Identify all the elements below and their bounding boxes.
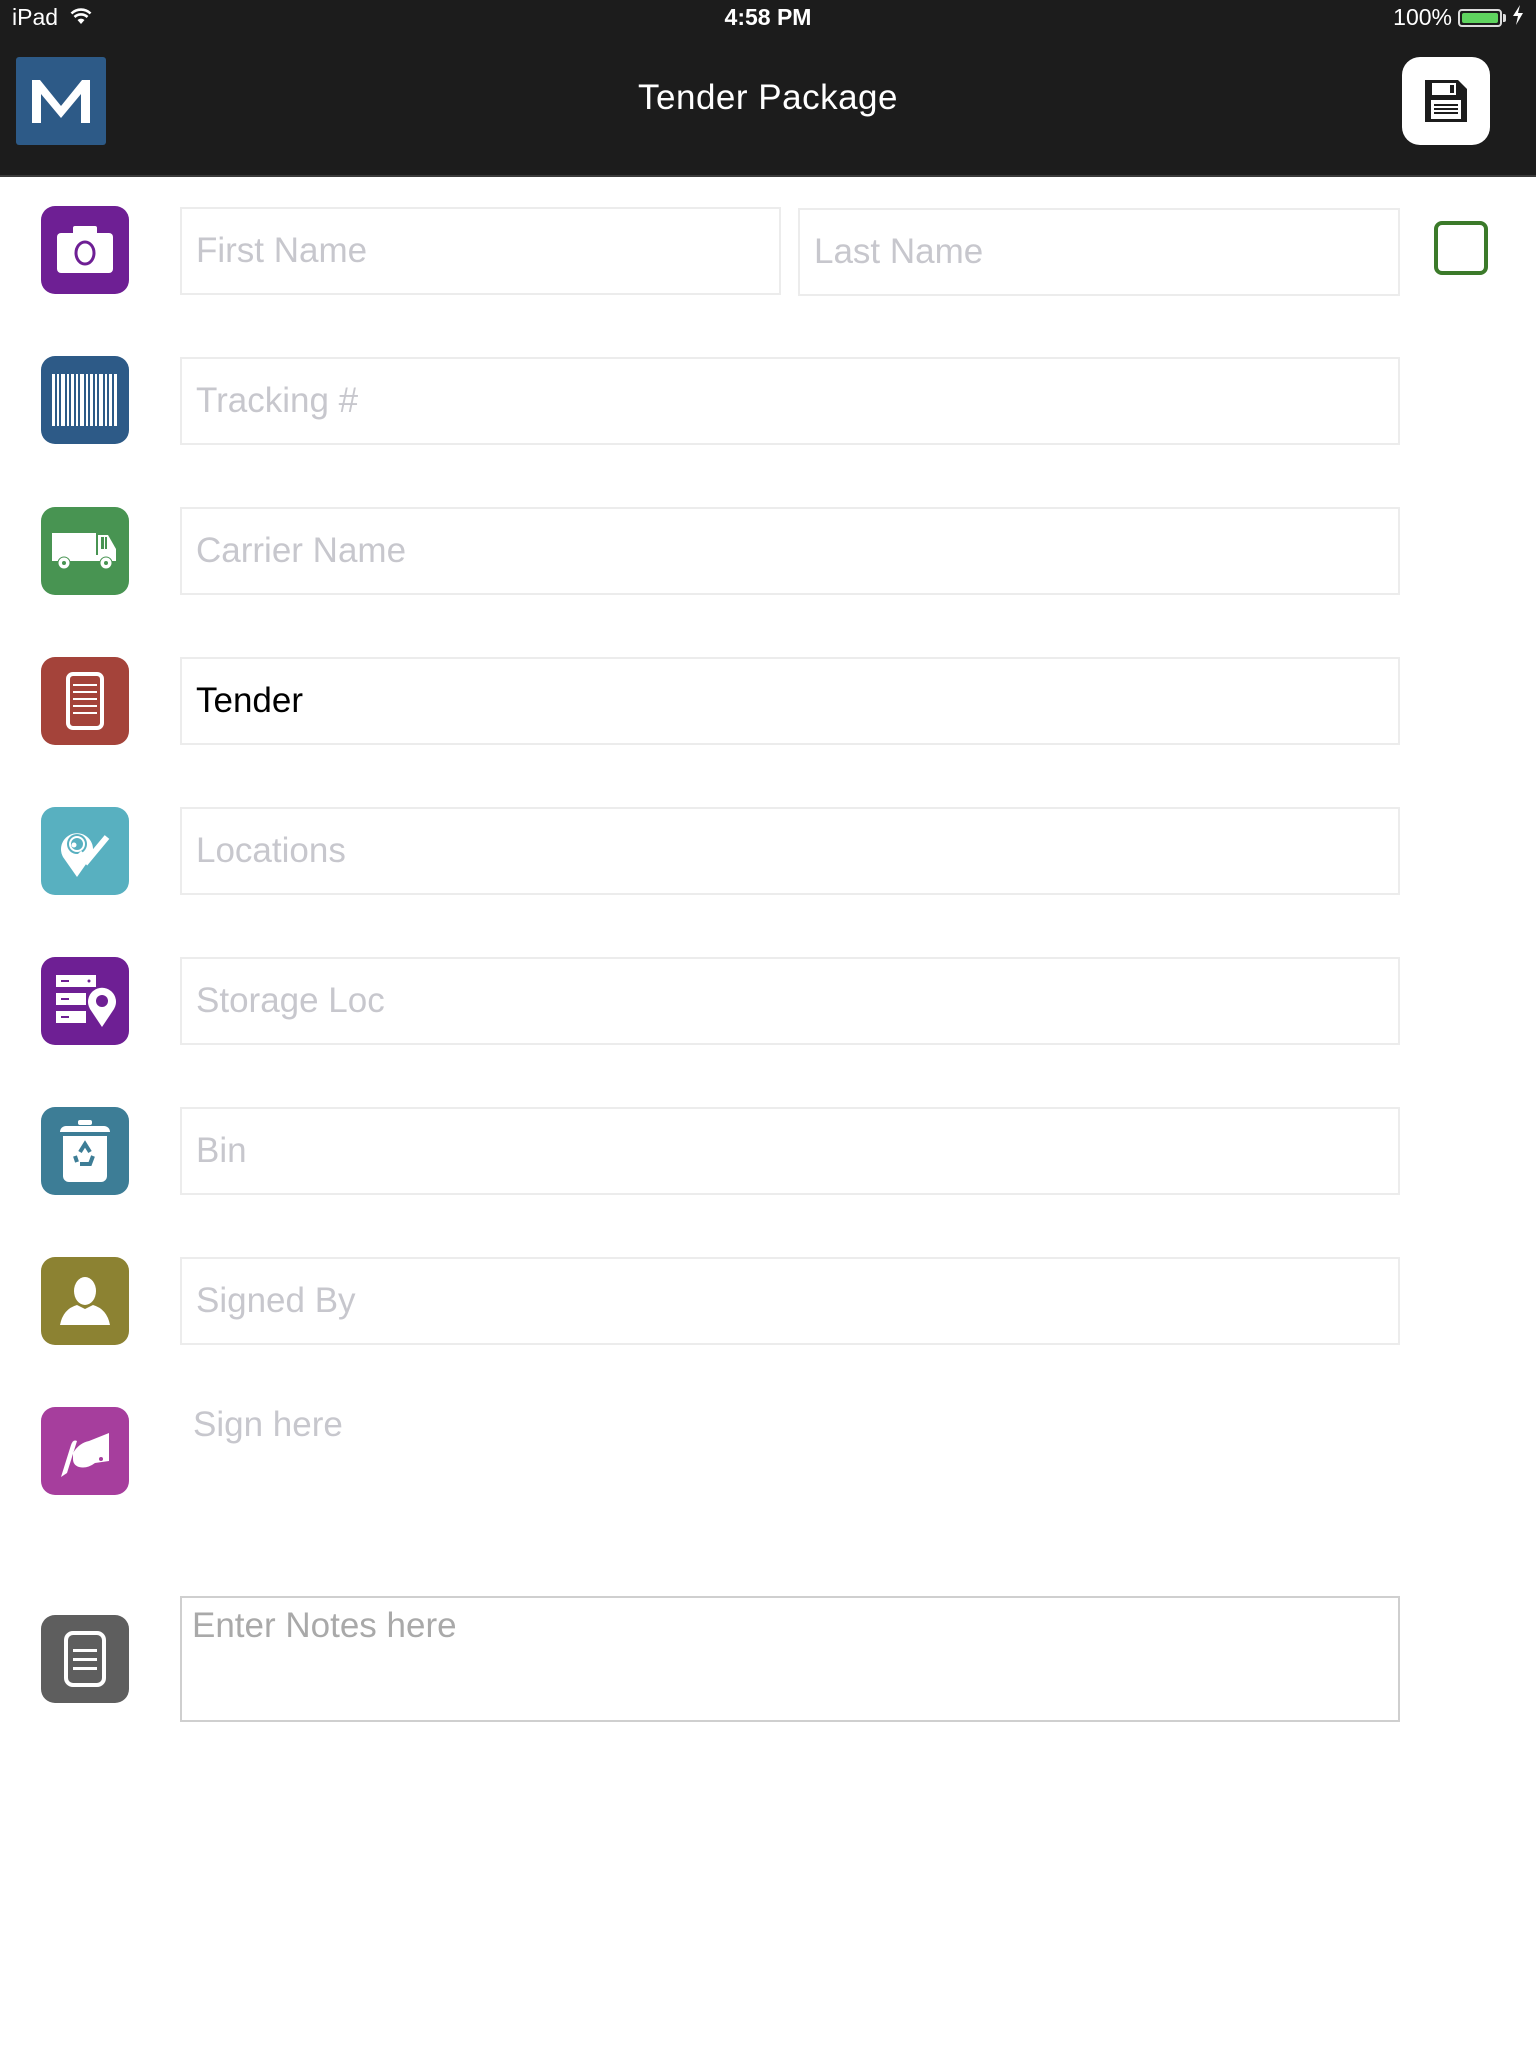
- signature-button[interactable]: [41, 1407, 129, 1495]
- package-type-button[interactable]: [41, 657, 129, 745]
- first-name-input[interactable]: [180, 207, 781, 295]
- status-time: 4:58 PM: [724, 4, 812, 30]
- battery-nub: [1503, 13, 1506, 22]
- carrier-name-input[interactable]: [180, 507, 1400, 595]
- floppy-disk-icon: [1425, 80, 1467, 122]
- camera-icon: [57, 226, 113, 273]
- save-button[interactable]: [1402, 57, 1490, 145]
- storage-location-button[interactable]: [41, 957, 129, 1045]
- page-title: Tender Package: [638, 78, 898, 117]
- locations-input[interactable]: [180, 807, 1400, 895]
- top-bar: iPad 4:58 PM 100% Tender Package: [0, 0, 1536, 177]
- notes-textarea[interactable]: [180, 1596, 1400, 1722]
- signed-by-button[interactable]: [41, 1257, 129, 1345]
- truck-icon: [52, 533, 116, 570]
- carrier-button[interactable]: [41, 507, 129, 595]
- package-type-input[interactable]: [180, 657, 1400, 745]
- bin-button[interactable]: [41, 1107, 129, 1195]
- storage-location-icon: [56, 975, 116, 1027]
- location-check-icon: [61, 833, 110, 877]
- package-list-icon: [66, 672, 104, 730]
- status-bar-right: 100%: [1393, 4, 1524, 31]
- barcode-icon: [52, 374, 117, 426]
- last-name-input[interactable]: [798, 208, 1400, 296]
- person-icon: [60, 1277, 110, 1325]
- locations-button[interactable]: [41, 807, 129, 895]
- signature-placeholder: Sign here: [193, 1405, 343, 1444]
- barcode-scan-button[interactable]: [41, 356, 129, 444]
- checkbox[interactable]: [1434, 221, 1488, 275]
- recycle-bin-icon: [60, 1120, 110, 1182]
- charging-bolt-icon: [1512, 4, 1524, 31]
- battery-icon: [1458, 8, 1502, 27]
- tracking-number-input[interactable]: [180, 357, 1400, 445]
- notes-button[interactable]: [41, 1615, 129, 1703]
- storage-location-input[interactable]: [180, 957, 1400, 1045]
- bin-input[interactable]: [180, 1107, 1400, 1195]
- signature-hand-icon: [61, 1433, 109, 1477]
- signed-by-input[interactable]: [180, 1257, 1400, 1345]
- battery-percent: 100%: [1393, 4, 1452, 30]
- camera-button[interactable]: [41, 206, 129, 294]
- notes-icon: [64, 1631, 106, 1687]
- signature-pad[interactable]: [180, 1385, 1400, 1555]
